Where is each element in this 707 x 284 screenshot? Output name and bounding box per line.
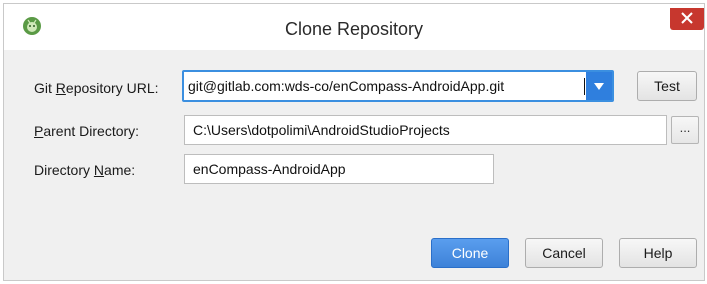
title-bar: Clone Repository	[4, 4, 704, 50]
repo-url-input[interactable]: git@gitlab.com:wds-co/enCompass-AndroidA…	[188, 72, 504, 100]
browse-button[interactable]: ...	[671, 116, 699, 144]
chevron-down-icon	[594, 82, 604, 90]
cancel-button[interactable]: Cancel	[525, 238, 603, 268]
parent-directory-field[interactable]: C:\Users\dotpolimi\AndroidStudioProjects	[184, 115, 667, 145]
help-button[interactable]: Help	[619, 238, 697, 268]
dialog-title: Clone Repository	[284, 19, 424, 39]
repo-url-dropdown-button[interactable]	[586, 72, 612, 100]
directory-name-field[interactable]: enCompass-AndroidApp	[184, 154, 494, 184]
parent-directory-label: Parent Directory:	[34, 123, 140, 139]
clone-button[interactable]: Clone	[431, 238, 509, 268]
repo-url-label: Git Repository URL:	[34, 80, 159, 96]
directory-name-label: Directory Name:	[34, 162, 136, 178]
close-icon	[681, 11, 693, 27]
repo-url-combobox[interactable]: git@gitlab.com:wds-co/enCompass-AndroidA…	[182, 70, 614, 102]
text-caret	[584, 78, 585, 95]
close-button[interactable]	[670, 8, 704, 30]
clone-repository-dialog: Clone Repository Git Repository URL: git…	[3, 3, 705, 281]
dialog-content: Git Repository URL: git@gitlab.com:wds-c…	[16, 56, 702, 278]
test-button[interactable]: Test	[637, 71, 697, 101]
